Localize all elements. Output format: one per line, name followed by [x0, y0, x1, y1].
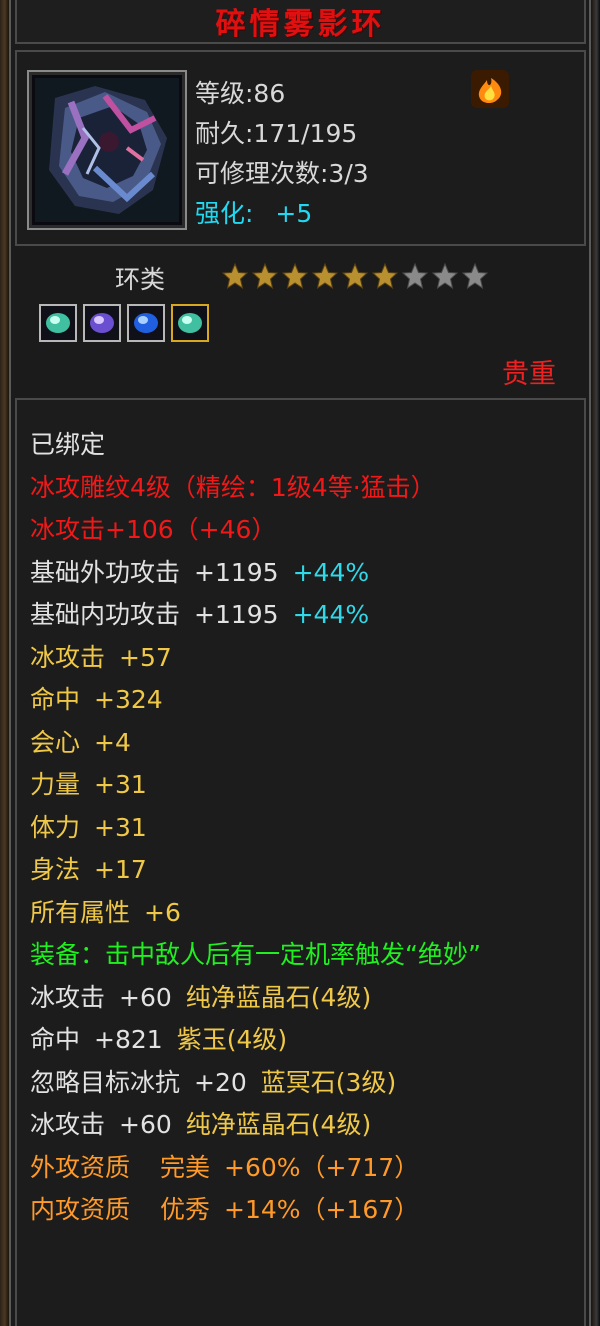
quality-int-value: +14%（+167） — [224, 1195, 420, 1224]
stat-label: 命中 — [30, 685, 81, 714]
stat-value: +4 — [94, 727, 131, 757]
base-int-value: +1195 — [194, 600, 279, 629]
star-filled-icon — [221, 262, 249, 290]
base-ext-value: +1195 — [194, 557, 279, 587]
window-left-border — [0, 0, 9, 1326]
gem-socket[interactable] — [83, 304, 121, 342]
stat-line: 力量 +31 — [30, 764, 580, 807]
blue-gem-icon — [134, 313, 158, 333]
gem-stat-line: 冰攻击 +60 纯净蓝晶石(4级) — [30, 977, 580, 1020]
gem-socket[interactable] — [171, 304, 209, 342]
flame-icon — [471, 70, 509, 108]
attributes-panel: 已绑定 冰攻雕纹4级（精绘：1级4等·猛击） 冰攻击+106（+46） 基础外功… — [15, 398, 586, 1326]
bound-status: 已绑定 — [30, 430, 106, 459]
stat-line: 冰攻击 +57 — [30, 637, 580, 680]
stat-line: 所有属性 +6 — [30, 892, 580, 935]
quality-int: 内攻资质 优秀 +14%（+167） — [30, 1189, 580, 1232]
star-rating — [221, 262, 489, 290]
quality-ext: 外攻资质 完美 +60%（+717） — [30, 1147, 580, 1190]
window-right-border — [591, 0, 600, 1326]
category-panel: 环类 贵重 — [15, 252, 586, 392]
stat-line: 体力 +31 — [30, 807, 580, 850]
gem-stat-value: +60 — [119, 982, 172, 1012]
stat-line: 命中 +324 — [30, 679, 580, 722]
stat-label: 会心 — [30, 727, 81, 757]
gem-name: 纯净蓝晶石(4级) — [185, 1110, 372, 1139]
base-ext-label: 基础外功攻击 — [30, 557, 181, 587]
gem-name: 纯净蓝晶石(4级) — [185, 982, 372, 1012]
stat-label: 力量 — [30, 770, 81, 799]
item-type: 环类 — [115, 265, 166, 294]
gem-name: 蓝冥石(3级) — [260, 1067, 397, 1097]
green-gem-icon — [178, 313, 202, 333]
quality-ext-value: +60%（+717） — [224, 1152, 420, 1182]
quality-int-label: 内攻资质 — [30, 1195, 131, 1224]
stat-lines: 冰攻击 +57 命中 +324 会心 +4 力量 +31 体力 +31 身法 +17 所有属性 +6 — [30, 637, 580, 935]
stat-line: 会心 +4 — [30, 722, 580, 765]
engrave-line: 冰攻雕纹4级（精绘：1级4等·猛击） — [30, 472, 436, 502]
gem-stat-line: 忽略目标冰抗 +20 蓝冥石(3级) — [30, 1062, 580, 1105]
stat-label: 冰攻击 — [30, 642, 106, 672]
star-empty-icon — [401, 262, 429, 290]
item-repair-count: 可修理次数:3/3 — [195, 159, 369, 188]
star-filled-icon — [341, 262, 369, 290]
stat-value: +6 — [144, 897, 181, 927]
item-name: 碎情雾影环 — [215, 7, 386, 42]
green-gem-icon — [46, 313, 70, 333]
stat-value: +57 — [119, 642, 172, 672]
base-ext-pct: +44% — [292, 557, 370, 587]
attribute-list: 已绑定 冰攻雕纹4级（精绘：1级4等·猛击） 冰攻击+106（+46） 基础外功… — [30, 424, 580, 1232]
item-durability: 耐久:171/195 — [195, 119, 358, 148]
star-filled-icon — [251, 262, 279, 290]
base-int-pct: +44% — [292, 600, 370, 629]
star-filled-icon — [281, 262, 309, 290]
quality-ext-grade: 完美 — [160, 1152, 211, 1182]
gem-stat-label: 命中 — [30, 1025, 81, 1054]
item-icon-slot[interactable] — [27, 70, 187, 230]
base-int-label: 基础内功攻击 — [30, 600, 181, 629]
enhance-label: 强化: — [195, 199, 254, 228]
rarity-label: 贵重 — [502, 359, 556, 390]
item-info-panel: 等级:86 耐久:171/195 可修理次数:3/3 强化: +5 — [15, 50, 586, 246]
quality-int-grade: 优秀 — [160, 1195, 211, 1224]
stat-value: +324 — [94, 685, 163, 714]
gem-sockets — [39, 304, 209, 342]
item-title-bar: 碎情雾影环 — [15, 0, 586, 44]
stat-label: 所有属性 — [30, 897, 131, 927]
quality-ext-label: 外攻资质 — [30, 1152, 131, 1182]
base-int-attack: 基础内功攻击 +1195 +44% — [30, 594, 580, 637]
stat-label: 身法 — [30, 855, 81, 884]
stat-value: +31 — [94, 770, 147, 799]
gem-stat-line: 命中 +821 紫玉(4级) — [30, 1019, 580, 1062]
base-ext-attack: 基础外功攻击 +1195 +44% — [30, 552, 580, 595]
star-empty-icon — [431, 262, 459, 290]
ring-item-icon — [35, 78, 179, 222]
gem-stat-label: 冰攻击 — [30, 1110, 106, 1139]
gem-stat-value: +821 — [94, 1025, 163, 1054]
star-filled-icon — [311, 262, 339, 290]
gem-stat-value: +20 — [194, 1067, 247, 1097]
gem-stat-line: 冰攻击 +60 纯净蓝晶石(4级) — [30, 1104, 580, 1147]
gem-socket[interactable] — [127, 304, 165, 342]
gem-lines: 冰攻击 +60 纯净蓝晶石(4级) 命中 +821 紫玉(4级) 忽略目标冰抗 +20 蓝冥石(… — [30, 977, 580, 1147]
gem-name: 紫玉(4级) — [176, 1025, 288, 1054]
stat-value: +17 — [94, 855, 147, 884]
stat-label: 体力 — [30, 812, 81, 842]
ice-attack-total: 冰攻击+106（+46） — [30, 515, 277, 544]
stat-value: +31 — [94, 812, 147, 842]
gem-socket[interactable] — [39, 304, 77, 342]
stat-line: 身法 +17 — [30, 849, 580, 892]
equip-effect: 装备：击中敌人后有一定机率触发“绝妙” — [30, 940, 481, 969]
gem-stat-label: 冰攻击 — [30, 982, 106, 1012]
gem-stat-label: 忽略目标冰抗 — [30, 1067, 181, 1097]
enhance-value: +5 — [275, 199, 313, 228]
purple-gem-icon — [90, 313, 114, 333]
item-enhance: 强化: +5 — [195, 194, 312, 230]
star-filled-icon — [371, 262, 399, 290]
gem-stat-value: +60 — [119, 1110, 172, 1139]
star-empty-icon — [461, 262, 489, 290]
item-level: 等级:86 — [195, 79, 286, 108]
